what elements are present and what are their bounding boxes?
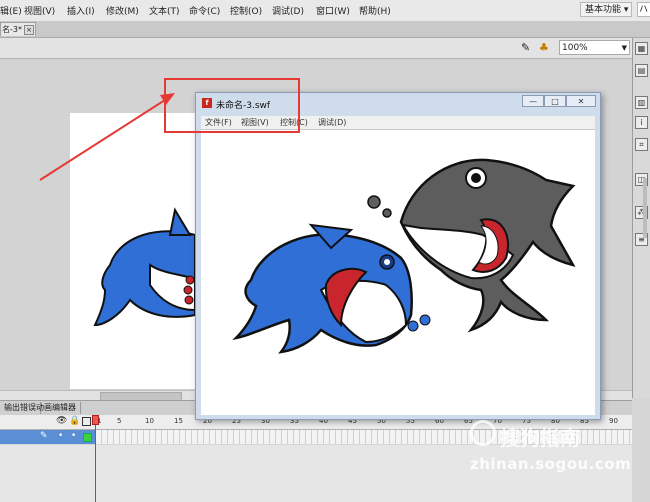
watermark-logo-icon (470, 420, 496, 446)
annotation-arrow-head (160, 93, 175, 105)
watermark-name: 搜狗指南 (500, 426, 580, 450)
annotation-highlight-box (164, 78, 300, 133)
watermark-url: zhinan.sogou.com (470, 455, 632, 473)
annotation-arrow-line (39, 99, 166, 181)
